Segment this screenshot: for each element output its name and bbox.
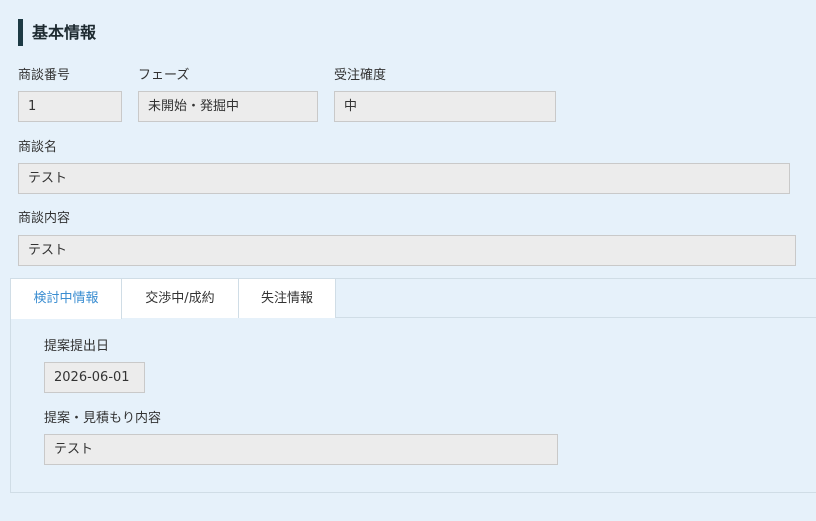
proposal-date-label: 提案提出日: [44, 339, 110, 354]
proposal-date-field[interactable]: 2026-06-01: [44, 362, 145, 393]
phase-label: フェーズ: [138, 68, 190, 83]
proposal-estimate-field[interactable]: テスト: [44, 434, 558, 465]
deal-content-field[interactable]: テスト: [18, 235, 796, 266]
tab-lost-order[interactable]: 失注情報: [239, 279, 336, 318]
phase-field[interactable]: 未開始・発掘中: [138, 91, 318, 122]
deal-name-label: 商談名: [18, 140, 58, 155]
order-certainty-label: 受注確度: [334, 68, 387, 83]
deal-number-label: 商談番号: [18, 68, 71, 83]
order-certainty-field[interactable]: 中: [334, 91, 556, 122]
section-title: 基本情報: [18, 19, 96, 46]
proposal-estimate-label: 提案・見積もり内容: [44, 411, 162, 426]
deal-name-field[interactable]: テスト: [18, 163, 790, 194]
tab-negotiation[interactable]: 交渉中/成約: [122, 279, 239, 318]
tab-under-review[interactable]: 検討中情報: [11, 279, 122, 319]
deal-content-label: 商談内容: [18, 211, 71, 226]
deal-number-field[interactable]: 1: [18, 91, 122, 122]
